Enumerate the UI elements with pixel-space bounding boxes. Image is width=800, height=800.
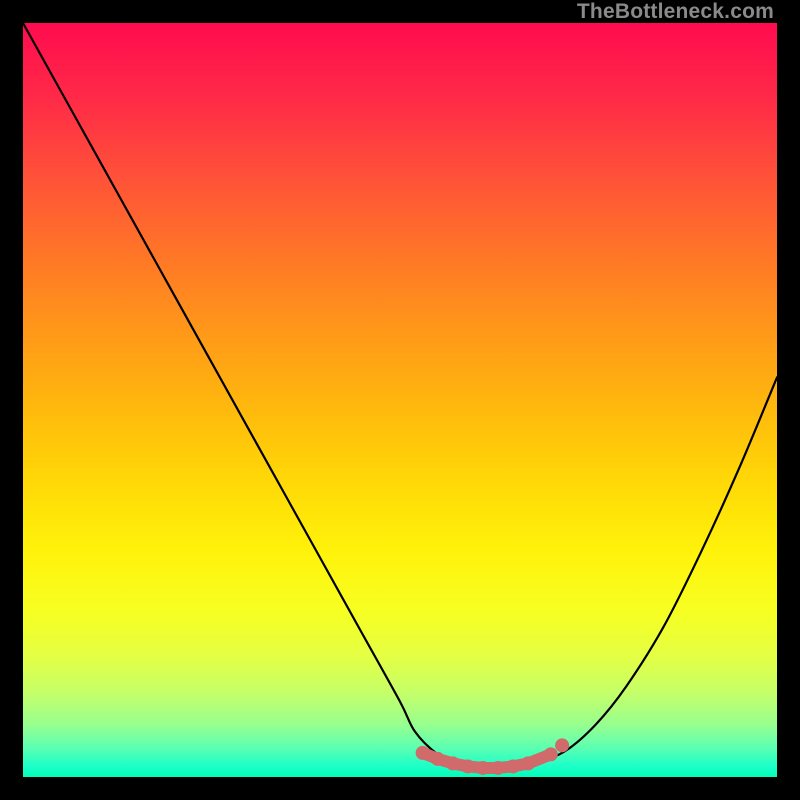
marker-dot bbox=[521, 756, 535, 770]
bottleneck-curve bbox=[23, 23, 777, 770]
marker-dot bbox=[416, 746, 430, 760]
plot-area bbox=[23, 23, 777, 777]
watermark-text: TheBottleneck.com bbox=[577, 0, 774, 24]
marker-dot bbox=[446, 756, 460, 770]
highlight-markers bbox=[416, 738, 569, 775]
marker-dot-isolated bbox=[555, 738, 569, 752]
chart-frame: TheBottleneck.com bbox=[0, 0, 800, 800]
marker-dot bbox=[476, 761, 490, 775]
marker-dot bbox=[491, 761, 505, 775]
marker-dot bbox=[431, 752, 445, 766]
marker-dot bbox=[506, 759, 520, 773]
marker-dot bbox=[461, 759, 475, 773]
marker-dot bbox=[544, 747, 558, 761]
chart-svg bbox=[23, 23, 777, 777]
